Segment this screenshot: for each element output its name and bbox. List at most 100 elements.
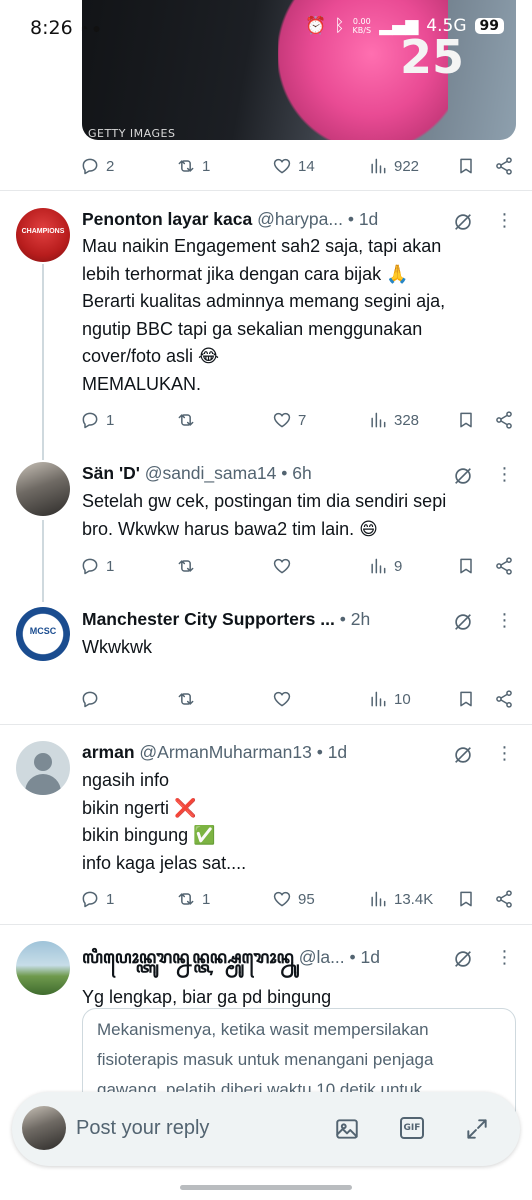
timestamp[interactable]: 1d (328, 742, 347, 762)
tweet-header: ꦭꦶꦥꦺꦴꦤ꧀ꦠꦸꦫꦤ꧀ꦤꦤ꧀ꦠꦤ꧀ꦱ꧀ꦩꦸꦫꦺꦴꦤ꧀ꦤꦸ @la... • 1… (82, 944, 472, 980)
image-credit: GETTY IMAGES (88, 127, 176, 140)
views-button[interactable]: 13.4K (368, 885, 433, 913)
reply-3-actions: 10 (80, 685, 520, 713)
expand-button[interactable] (464, 1116, 490, 1142)
expand-icon (467, 1119, 487, 1139)
status-time: 8:26 (30, 17, 73, 39)
bookmark-icon (460, 558, 472, 574)
more-options-button[interactable]: ⋮ (494, 744, 516, 769)
views-button[interactable]: 9 (368, 552, 402, 580)
reply-button[interactable]: 1 (80, 552, 114, 580)
like-button[interactable] (272, 685, 292, 713)
heart-icon (273, 691, 291, 707)
views-button[interactable]: 922 (368, 152, 419, 180)
user-handle[interactable]: @harypa... (257, 209, 343, 229)
more-options-button[interactable]: ⋮ (494, 465, 516, 490)
separator-dot: • (316, 742, 328, 762)
tweet-media-image[interactable]: 25 GETTY IMAGES (82, 0, 516, 140)
reply-4-actions: 1 1 95 13.4K (80, 885, 520, 913)
timestamp[interactable]: 1d (361, 947, 380, 967)
bookmark-icon (460, 412, 472, 428)
tweet-text: Wkwkwk (82, 637, 152, 657)
reply-icon (82, 158, 98, 175)
bookmark-button[interactable] (456, 885, 476, 913)
user-handle[interactable]: @ArmanMuharman13 (139, 742, 311, 762)
display-name[interactable]: ꦭꦶꦥꦺꦴꦤ꧀ꦠꦸꦫꦤ꧀ꦤꦤ꧀ꦠꦤ꧀ꦱ꧀ꦩꦸꦫꦺꦴꦤ꧀ꦤꦸ (82, 947, 294, 967)
reply-icon (82, 412, 98, 429)
repost-button[interactable]: 1 (176, 152, 210, 180)
default-avatar-body (25, 774, 61, 795)
heart-icon (273, 412, 291, 428)
avatar[interactable]: MCSC (16, 607, 70, 661)
bookmark-icon (460, 691, 472, 707)
separator-dot: • (339, 609, 351, 629)
share-button[interactable] (494, 152, 514, 180)
grok-icon (455, 614, 471, 630)
main-tweet-actions: 2 1 14 922 (80, 152, 520, 180)
user-handle[interactable]: @sandi_sama14 (145, 463, 277, 483)
tweet-header: Manchester City Supporters ... • 2h (82, 609, 472, 630)
reply-2-actions: 1 9 (80, 552, 520, 580)
bookmark-icon (460, 891, 472, 907)
grok-button[interactable] (452, 744, 474, 766)
avatar[interactable] (16, 941, 70, 995)
repost-button[interactable] (176, 552, 196, 580)
share-button[interactable] (494, 552, 514, 580)
divider (0, 724, 532, 725)
bookmark-button[interactable] (456, 685, 476, 713)
display-name[interactable]: Sän 'D' (82, 463, 140, 483)
display-name[interactable]: arman (82, 742, 135, 762)
views-button[interactable]: 328 (368, 406, 419, 434)
views-icon (371, 891, 386, 907)
repost-icon (178, 893, 194, 905)
grok-button[interactable] (452, 465, 474, 487)
reply-icon (82, 691, 98, 708)
like-button[interactable]: 7 (272, 406, 306, 434)
avatar[interactable] (16, 741, 70, 795)
bookmark-button[interactable] (456, 552, 476, 580)
reply-icon (82, 891, 98, 908)
reply-composer[interactable]: Post your reply GIF (12, 1092, 520, 1166)
grok-button[interactable] (452, 611, 474, 633)
views-button[interactable]: 10 (368, 685, 411, 713)
like-button[interactable]: 14 (272, 152, 315, 180)
share-icon (496, 157, 512, 175)
reply-1-actions: 1 7 328 (80, 406, 520, 434)
bookmark-button[interactable] (456, 406, 476, 434)
image-button[interactable] (334, 1116, 360, 1142)
default-avatar-head (34, 753, 52, 771)
timestamp[interactable]: 6h (292, 463, 311, 483)
like-button[interactable]: 95 (272, 885, 315, 913)
reply-button[interactable]: 1 (80, 885, 114, 913)
display-name[interactable]: Manchester City Supporters ... (82, 609, 335, 629)
repost-button[interactable] (176, 685, 196, 713)
more-options-button[interactable]: ⋮ (494, 611, 516, 636)
share-button[interactable] (494, 685, 514, 713)
share-button[interactable] (494, 406, 514, 434)
reply-button[interactable]: 1 (80, 406, 114, 434)
tweet-header: Sän 'D' @sandi_sama14 • 6h (82, 463, 472, 484)
repost-icon (178, 693, 194, 705)
display-name[interactable]: Penonton layar kaca (82, 209, 252, 229)
reply-input[interactable]: Post your reply (76, 1117, 209, 1140)
more-options-button[interactable]: ⋮ (494, 948, 516, 973)
timestamp[interactable]: 2h (351, 609, 370, 629)
bookmark-icon (460, 158, 472, 174)
share-button[interactable] (494, 885, 514, 913)
repost-button[interactable]: 1 (176, 885, 210, 913)
repost-icon (178, 414, 194, 426)
avatar[interactable]: CHAMPIONS (16, 208, 70, 262)
grok-button[interactable] (452, 211, 474, 233)
reply-button[interactable] (80, 685, 100, 713)
like-button[interactable] (272, 552, 292, 580)
user-handle[interactable]: @la... (299, 947, 345, 967)
my-avatar (22, 1106, 66, 1150)
timestamp[interactable]: 1d (359, 209, 378, 229)
grok-button[interactable] (452, 948, 474, 970)
repost-button[interactable] (176, 406, 202, 434)
bookmark-button[interactable] (456, 152, 476, 180)
reply-button[interactable]: 2 (80, 152, 114, 180)
avatar[interactable] (16, 462, 70, 516)
heart-icon (273, 891, 291, 907)
gif-icon[interactable]: GIF (400, 1117, 424, 1139)
